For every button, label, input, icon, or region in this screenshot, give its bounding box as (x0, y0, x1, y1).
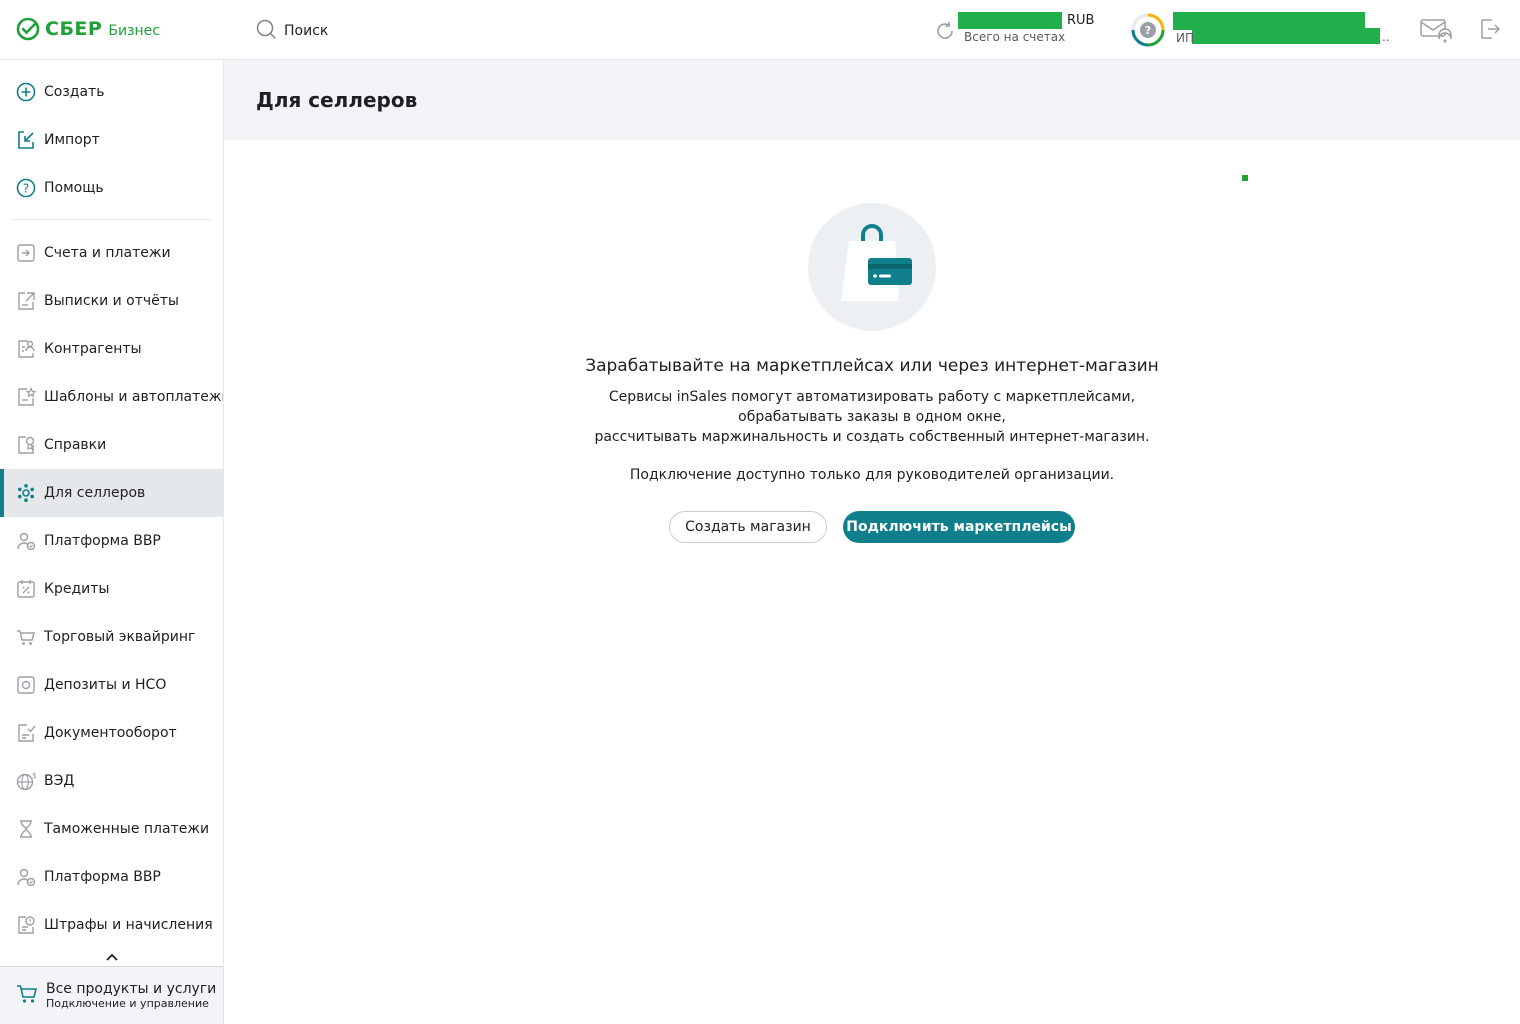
sidebar-item-ved[interactable]: $ ВЭД (0, 757, 223, 805)
sidebar-item-label: Помощь (44, 180, 104, 196)
refresh-icon[interactable] (934, 20, 956, 46)
sidebar-item-label: Контрагенты (44, 341, 142, 357)
search-label: Поиск (284, 23, 329, 39)
sidebar-item-fines[interactable]: Штрафы и начисления (0, 901, 223, 949)
logo-brand: СБЕР (45, 18, 103, 40)
sidebar-item-label: ВЭД (44, 773, 75, 789)
connect-marketplaces-button[interactable]: Подключить маркетплейсы (843, 511, 1075, 543)
counterparties-icon (16, 339, 36, 359)
templates-icon (16, 387, 36, 407)
acquiring-icon (16, 627, 36, 647)
search-icon (256, 19, 276, 43)
hero-title: Зарабатывайте на маркетплейсах или через… (585, 356, 1159, 376)
sidebar-item-templates[interactable]: Шаблоны и автоплатежи (0, 373, 223, 421)
sidebar: Создать Импорт ? Помощь Счета и платежи … (0, 60, 224, 1024)
help-circle-icon: ? (16, 178, 36, 198)
sidebar-item-acquiring[interactable]: Торговый эквайринг (0, 613, 223, 661)
search-field[interactable]: Поиск (256, 19, 328, 43)
statements-icon (16, 291, 36, 311)
sidebar-item-label: Шаблоны и автоплатежи (44, 389, 224, 405)
fines-icon (16, 915, 36, 935)
sidebar-item-sellers[interactable]: Для селлеров (0, 469, 223, 517)
all-products-button[interactable]: Все продукты и услуги Подключение и упра… (0, 966, 223, 1024)
balance-caption: Всего на счетах (964, 30, 1066, 44)
sidebar-item-label: Торговый эквайринг (44, 629, 196, 645)
all-products-title: Все продукты и услуги (46, 980, 217, 997)
logout-icon[interactable] (1478, 17, 1502, 45)
sidebar-item-label: Импорт (44, 132, 100, 148)
sidebar-item-import[interactable]: Импорт (0, 116, 223, 164)
svg-text:?: ? (23, 182, 29, 196)
sidebar-item-statements[interactable]: Выписки и отчёты (0, 277, 223, 325)
hero-description-line: Сервисы inSales помогут автоматизировать… (608, 389, 1136, 405)
organization-switcher[interactable]: ? ИП .. (1130, 12, 1400, 48)
credits-icon (16, 579, 36, 599)
sber-logo-icon (16, 17, 40, 41)
sidebar-item-customs[interactable]: Таможенные платежи (0, 805, 223, 853)
org-status-icon: ? (1130, 12, 1166, 52)
svg-text:?: ? (1145, 24, 1151, 37)
redacted-org-name-2 (1192, 28, 1380, 44)
mail-bell-icon[interactable] (1419, 17, 1453, 47)
sidebar-item-documents[interactable]: Документооборот (0, 709, 223, 757)
plus-circle-icon (16, 82, 36, 102)
org-type: ИП (1176, 31, 1194, 45)
sidebar-item-help[interactable]: ? Помощь (0, 164, 223, 212)
platform-icon (16, 531, 36, 551)
hero-description: Сервисы inSales помогут автоматизировать… (224, 387, 1520, 447)
hero-note: Подключение доступно только для руководи… (629, 467, 1115, 483)
sidebar-item-create[interactable]: Создать (0, 68, 223, 116)
svg-text:$: $ (32, 771, 36, 780)
payments-icon (16, 243, 36, 263)
sidebar-item-label: Платформа ВВР (44, 869, 161, 885)
shopping-bag-card-icon (808, 203, 936, 331)
redacted-balance (958, 12, 1062, 29)
logo-product: Бизнес (108, 22, 160, 39)
all-products-subtitle: Подключение и управление (46, 996, 209, 1010)
certificates-icon (16, 435, 36, 455)
cart-icon (16, 983, 38, 1009)
top-header: СБЕР Бизнес Поиск RUB Всего на счетах ? (0, 0, 1520, 60)
import-icon (16, 130, 36, 150)
sidebar-divider (12, 219, 211, 220)
sber-business-logo[interactable]: СБЕР Бизнес (16, 17, 160, 41)
sidebar-item-label: Таможенные платежи (44, 821, 210, 837)
org-ellipsis: .. (1382, 30, 1390, 44)
deposits-icon (16, 675, 36, 695)
status-dot (1242, 175, 1248, 181)
sidebar-item-certificates[interactable]: Справки (0, 421, 223, 469)
globe-icon: $ (16, 771, 36, 791)
hero-description-line: обрабатывать заказы в одном окне, (738, 409, 1006, 425)
sidebar-item-label: Кредиты (44, 581, 110, 597)
documents-icon (16, 723, 36, 743)
balance-currency: RUB (1067, 13, 1095, 28)
sellers-icon (16, 483, 36, 503)
sidebar-item-label: Платформа ВВР (44, 533, 161, 549)
chevron-up-icon[interactable] (104, 948, 120, 967)
sidebar-item-label: Штрафы и начисления (44, 917, 213, 933)
page-header: Для селлеров (224, 60, 1520, 140)
sidebar-item-payments[interactable]: Счета и платежи (0, 229, 223, 277)
sidebar-item-credits[interactable]: Кредиты (0, 565, 223, 613)
sidebar-item-label: Документооборот (44, 725, 177, 741)
sidebar-item-label: Депозиты и НСО (44, 677, 167, 693)
platform-icon (16, 867, 36, 887)
sidebar-item-counterparties[interactable]: Контрагенты (0, 325, 223, 373)
sidebar-item-label: Счета и платежи (44, 245, 171, 261)
sidebar-item-deposits[interactable]: Депозиты и НСО (0, 661, 223, 709)
sidebar-item-label: Создать (44, 84, 105, 100)
sidebar-item-label: Для селлеров (44, 485, 146, 501)
customs-icon (16, 819, 36, 839)
create-store-button[interactable]: Создать магазин (669, 511, 827, 543)
sidebar-item-platform-vvr-2[interactable]: Платформа ВВР (0, 853, 223, 901)
page-title: Для селлеров (256, 88, 418, 112)
sidebar-item-label: Справки (44, 437, 107, 453)
hero-description-line: рассчитывать маржинальность и создать со… (594, 429, 1150, 445)
sidebar-item-label: Выписки и отчёты (44, 293, 179, 309)
sidebar-item-platform-vvr[interactable]: Платформа ВВР (0, 517, 223, 565)
